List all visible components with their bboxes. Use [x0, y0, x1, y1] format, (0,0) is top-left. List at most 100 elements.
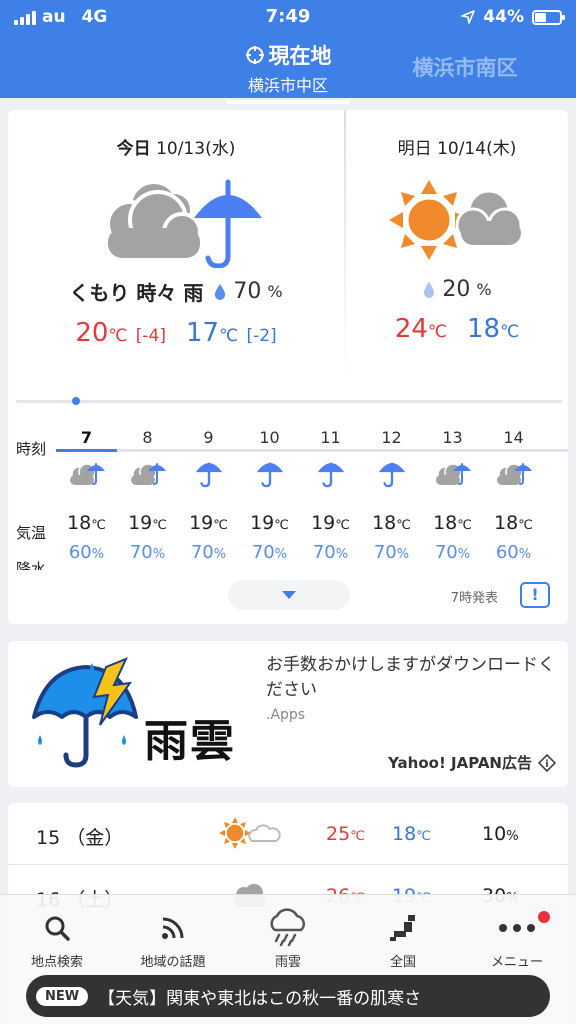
hour-temp: 19℃ [311, 512, 350, 534]
news-banner[interactable]: NEW 【天気】関東や東北はこの秋一番の肌寒さ [26, 975, 550, 1017]
nav-menu-label: メニュー [490, 955, 543, 970]
hour-label: 11 [320, 428, 341, 447]
cloud-umbrella-icon [483, 448, 544, 498]
nav-search[interactable]: 地点検索 [2, 905, 112, 970]
chevron-down-icon [282, 591, 296, 599]
hour-temp: 18℃ [67, 512, 106, 534]
umbrella-icon [239, 448, 300, 498]
notification-dot [538, 911, 550, 923]
hour-pop: 60% [495, 542, 532, 563]
today-pop: 70% [213, 279, 283, 304]
nav-local-topics[interactable]: 地域の話題 [118, 905, 228, 970]
label-precip: 降水 [16, 560, 47, 570]
umbrella-icon [178, 448, 239, 498]
hour-pop: 70% [312, 542, 349, 563]
hour-temp: 19℃ [250, 512, 289, 534]
tomorrow-temps: 24℃ 18℃ [346, 314, 568, 344]
hour-label: 14 [503, 428, 524, 447]
nav-local-topics-label: 地域の話題 [140, 955, 206, 970]
nav-nationwide[interactable]: 全国 [348, 905, 458, 970]
ad-card[interactable]: 雨雲 お手数おかけしますがダウンロードください .Apps Yahoo! JAP… [8, 641, 568, 787]
hour-column: 12 18℃ 70% [361, 420, 422, 563]
hour-pop: 70% [251, 542, 288, 563]
hourly-forecast[interactable]: 時刻 気温 降水 7 18℃ 60% 8 19℃ 70% 9 19℃ 70% 10 19℃ 70% 11… [8, 420, 568, 570]
report-icon[interactable]: ! [520, 582, 550, 608]
week-low: 18℃ [392, 823, 431, 845]
hourly-scroll-thumb[interactable] [72, 397, 80, 405]
ad-title: 雨雲 [144, 716, 236, 767]
cloud-umbrella-icon [117, 448, 178, 498]
tomorrow-low: 18℃ [467, 314, 520, 344]
rain-cloud-icon [270, 908, 306, 947]
today-condition-row: くもり 時々 雨 70% [8, 277, 344, 306]
ad-source: .Apps [266, 707, 306, 723]
hour-pop: 70% [190, 542, 227, 563]
tab-current-location[interactable]: 現在地 横浜市中区 [226, 40, 350, 104]
ad-text: お手数おかけしますがダウンロードください [266, 655, 555, 700]
japan-map-icon [390, 915, 415, 941]
hour-label: 12 [381, 428, 402, 447]
sun-cloud-icon [346, 165, 568, 275]
hour-column: 11 19℃ 70% [300, 420, 361, 563]
hour-label: 9 [203, 428, 214, 447]
tomorrow-date: 明日 10/14(木) [397, 139, 517, 159]
today-low: 17℃ [-2] [186, 318, 277, 348]
tomorrow-condition-row: 20% [346, 277, 568, 302]
menu-dots-icon [499, 924, 535, 932]
current-area-name: 横浜市中区 [247, 76, 328, 95]
nav-menu[interactable]: メニュー [462, 905, 572, 970]
crosshair-icon [245, 46, 264, 64]
raindrop-icon [424, 281, 435, 298]
raindrop-icon [215, 283, 226, 300]
hour-column: 10 19℃ 70% [239, 420, 300, 563]
search-icon [45, 916, 70, 941]
status-bar: au 4G 7:49 44% [0, 0, 576, 34]
umbrella-icon [361, 448, 422, 498]
battery-percent: 44% [483, 7, 524, 27]
battery-icon [532, 9, 565, 25]
hour-column: 7 18℃ 60% [56, 420, 117, 563]
tomorrow-forecast[interactable]: 明日 10/14(木) 20 % 24℃ 18℃ [346, 110, 568, 344]
hour-column: 14 18℃ 60% [483, 420, 544, 563]
today-temps: 20℃ [-4] 17℃ [-2] [8, 318, 344, 348]
hour-label: 8 [142, 428, 153, 447]
nav-search-label: 地点検索 [30, 955, 83, 970]
svg-text:i: i [545, 759, 548, 770]
cloud-umbrella-icon [422, 448, 483, 498]
current-location-label: 現在地 [268, 44, 332, 68]
sun-cloud-icon [218, 815, 284, 856]
cloud-rain-icon [8, 165, 344, 275]
expand-hourly-button[interactable] [228, 580, 350, 610]
today-high: 20℃ [-4] [75, 318, 166, 348]
hour-column: 9 19℃ 70% [178, 420, 239, 563]
hour-pop: 70% [373, 542, 410, 563]
news-badge: NEW [36, 986, 89, 1006]
cloud-umbrella-icon [56, 448, 117, 498]
nav-nationwide-label: 全国 [389, 955, 416, 970]
today-condition: くもり 時々 雨 [69, 281, 204, 305]
hour-pop: 70% [129, 542, 166, 563]
tab-location-other[interactable]: 横浜市南区 [400, 52, 530, 82]
location-arrow-icon [461, 10, 476, 24]
header: au 4G 7:49 44% 現在地 横浜市中区 横浜市南区 [0, 0, 576, 104]
today-forecast[interactable]: 今日 10/13(水) くもり 時々 雨 70% 20℃ [-4] 17℃ [-… [8, 110, 344, 380]
hour-label: 7 [80, 428, 93, 447]
hourly-scroll-track[interactable] [16, 400, 562, 403]
today-date: 今日 10/13(水) [116, 139, 236, 159]
nav-rain-cloud[interactable]: 雨雲 [233, 905, 343, 970]
status-right: 44% [461, 7, 565, 27]
week-pop: 10% [482, 823, 519, 845]
hour-temp: 18℃ [433, 512, 472, 534]
forecast-card: 今日 10/13(水) くもり 時々 雨 70% 20℃ [-4] 17℃ [-… [8, 110, 568, 624]
hour-pop: 60% [68, 542, 105, 563]
ad-sponsor[interactable]: Yahoo! JAPAN広告 i [388, 752, 556, 773]
label-temp: 気温 [16, 524, 47, 542]
tomorrow-pop: 20% [422, 277, 492, 302]
tomorrow-high: 24℃ [394, 314, 447, 344]
hour-label: 13 [442, 428, 463, 447]
info-icon: i [538, 753, 556, 772]
news-headline: 【天気】関東や東北はこの秋一番の肌寒さ [98, 988, 422, 1009]
weekly-row[interactable]: 15 （金） 25℃ 18℃ 10% [8, 803, 568, 865]
hour-temp: 19℃ [189, 512, 228, 534]
feed-icon [162, 917, 184, 939]
